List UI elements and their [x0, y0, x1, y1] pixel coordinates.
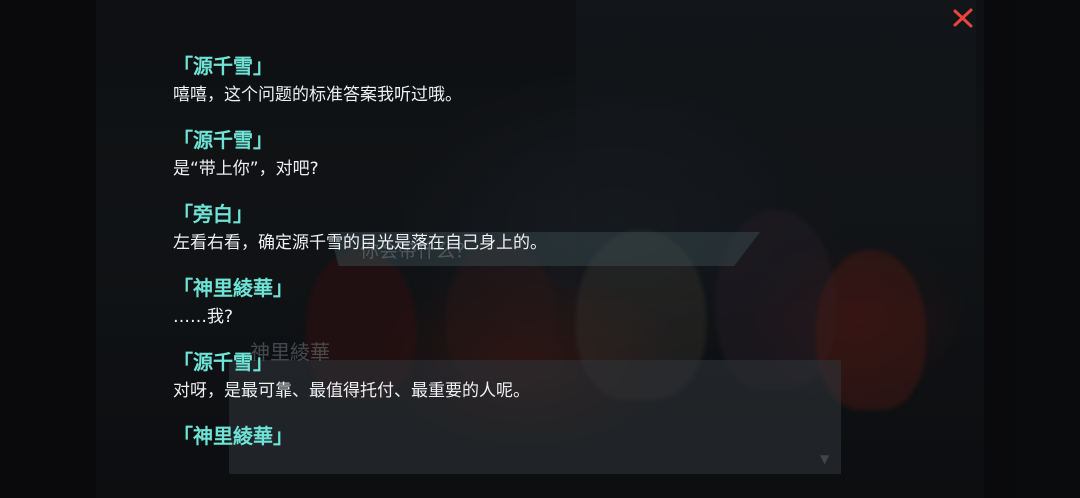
backlog-entry: 「旁白」 左看右看，确定源千雪的目光是落在自己身上的。 — [173, 202, 547, 254]
backlog-entry: 「源千雪」 嘻嘻，这个问题的标准答案我听过哦。 — [173, 54, 462, 106]
backlog-line: 嘻嘻，这个问题的标准答案我听过哦。 — [173, 85, 462, 105]
backlog-speaker: 「源千雪」 — [173, 350, 273, 374]
backlog-line: 对呀，是最可靠、最值得托付、最重要的人呢。 — [173, 381, 530, 401]
backlog-entry: 「神里綾華」 — [173, 424, 293, 448]
backlog-line: ……我? — [173, 307, 234, 327]
backlog-line: 是“带上你”，对吧? — [173, 159, 319, 179]
backlog-speaker: 「旁白」 — [173, 202, 253, 226]
backlog-entry: 「源千雪」 对呀，是最可靠、最值得托付、最重要的人呢。 — [173, 350, 530, 402]
backlog-speaker: 「神里綾華」 — [173, 276, 293, 300]
backlog-speaker: 「神里綾華」 — [173, 424, 293, 448]
close-icon[interactable] — [951, 6, 975, 30]
backlog-entry: 「神里綾華」 ……我? — [173, 276, 293, 328]
backlog-entry: 「源千雪」 是“带上你”，对吧? — [173, 128, 319, 180]
backlog-speaker: 「源千雪」 — [173, 128, 273, 152]
backlog-line: 左看右看，确定源千雪的目光是落在自己身上的。 — [173, 233, 547, 253]
backlog-speaker: 「源千雪」 — [173, 54, 273, 78]
game-screen: 你会带什么？ 神里綾華 ▼ 「源千雪」 嘻嘻，这个问题的标准答案我听过哦。 「源… — [0, 0, 1080, 498]
